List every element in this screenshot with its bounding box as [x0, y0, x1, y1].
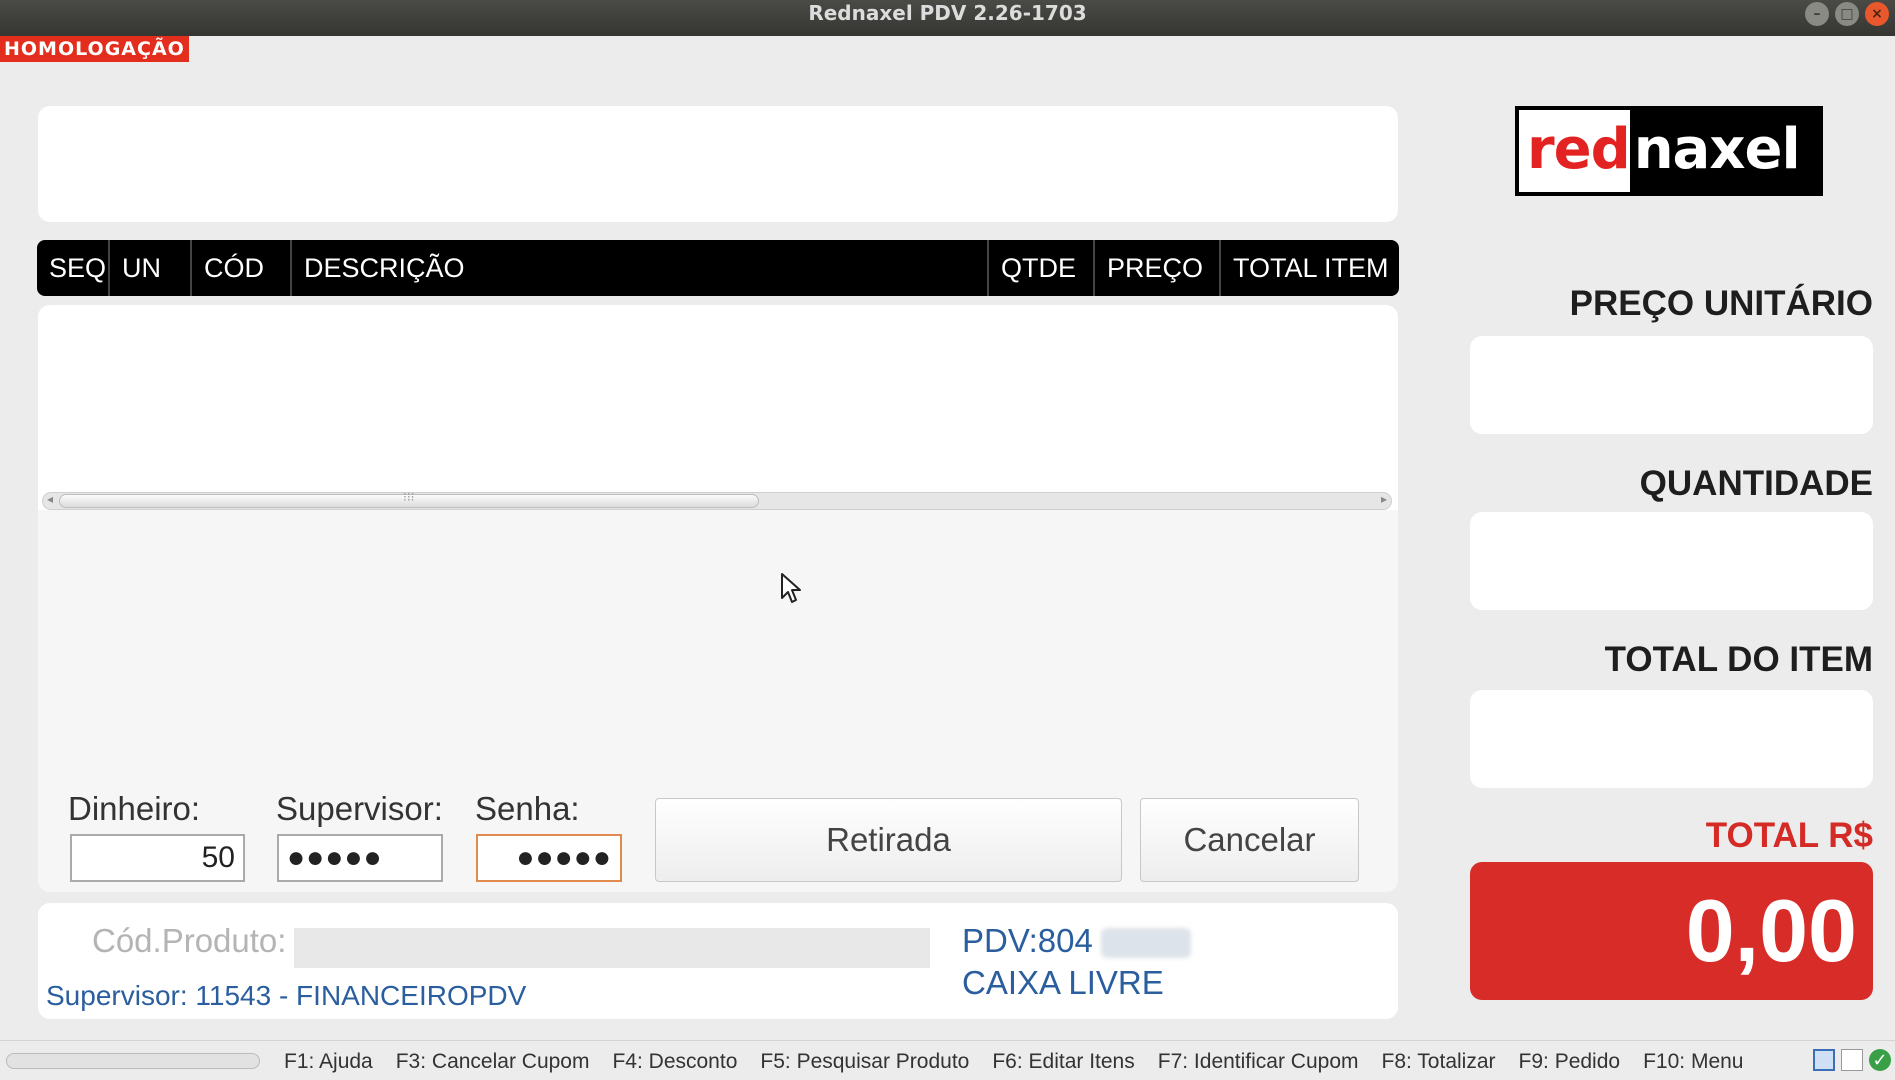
logo-text-red: red	[1527, 117, 1631, 182]
status-bar: F1: Ajuda F3: Cancelar Cupom F4: Descont…	[0, 1040, 1895, 1080]
shortcut-f6[interactable]: F6: Editar Itens	[992, 1050, 1134, 1074]
total-label: TOTAL R$	[1705, 816, 1873, 855]
scrollbar-grip-icon: ⁝⁝⁝	[403, 490, 415, 504]
total-item-label: TOTAL DO ITEM	[1604, 640, 1873, 679]
environment-badge: HOMOLOGAÇÃO	[0, 36, 189, 62]
shortcut-f7[interactable]: F7: Identificar Cupom	[1158, 1050, 1359, 1074]
column-header-total-item[interactable]: TOTAL ITEM	[1221, 240, 1399, 296]
total-item-display	[1470, 690, 1873, 788]
shortcut-list: F1: Ajuda F3: Cancelar Cupom F4: Descont…	[284, 1050, 1743, 1074]
preco-unitario-display	[1470, 336, 1873, 434]
cod-produto-field[interactable]	[294, 928, 930, 968]
column-header-cod[interactable]: CÓD	[192, 240, 292, 296]
progress-bar	[6, 1053, 260, 1069]
pdv-number: PDV:804	[962, 922, 1093, 959]
supervisor-info: Supervisor: 11543 - FINANCEIROPDV	[46, 980, 527, 1011]
close-icon[interactable]: ×	[1865, 2, 1889, 26]
column-header-un[interactable]: UN	[110, 240, 192, 296]
dinheiro-label: Dinheiro:	[68, 790, 201, 827]
items-grid-header: SEQ UN CÓD DESCRIÇÃO QTDE PREÇO TOTAL IT…	[37, 240, 1399, 296]
caixa-status: CAIXA LIVRE	[962, 964, 1164, 1001]
column-header-qtde[interactable]: QTDE	[989, 240, 1095, 296]
mouse-cursor-icon	[781, 573, 801, 603]
minimize-icon[interactable]: –	[1805, 2, 1829, 26]
pdv-info: PDV:804	[962, 922, 1191, 960]
window-titlebar: Rednaxel PDV 2.26-1703 – □ ×	[0, 0, 1895, 36]
window-icon[interactable]	[1813, 1049, 1835, 1071]
dinheiro-field[interactable]: 50	[70, 834, 245, 882]
preco-unitario-label: PREÇO UNITÁRIO	[1569, 284, 1873, 323]
scroll-right-icon[interactable]: ▸	[1381, 492, 1387, 506]
redacted-block	[1100, 928, 1191, 959]
retirada-button[interactable]: Retirada	[655, 798, 1122, 882]
supervisor-password-field[interactable]: ●●●●●	[277, 834, 443, 882]
window-controls: – □ ×	[1805, 2, 1889, 26]
cancelar-button[interactable]: Cancelar	[1140, 798, 1359, 882]
shortcut-f9[interactable]: F9: Pedido	[1519, 1050, 1621, 1074]
supervisor-label: Supervisor:	[276, 790, 443, 827]
product-display-box	[38, 106, 1398, 222]
horizontal-scrollbar[interactable]: ◂ ⁝⁝⁝ ▸	[42, 490, 1392, 510]
shortcut-f1[interactable]: F1: Ajuda	[284, 1050, 373, 1074]
check-status-icon: ✓	[1869, 1049, 1891, 1071]
total-display: 0,00	[1470, 862, 1873, 1000]
scroll-left-icon[interactable]: ◂	[47, 492, 53, 506]
column-header-seq[interactable]: SEQ	[37, 240, 110, 296]
shortcut-f10[interactable]: F10: Menu	[1643, 1050, 1743, 1074]
shortcut-f5[interactable]: F5: Pesquisar Produto	[760, 1050, 969, 1074]
senha-password-field[interactable]: ●●●●●	[476, 834, 622, 882]
document-icon[interactable]	[1841, 1049, 1863, 1071]
column-header-descricao[interactable]: DESCRIÇÃO	[292, 240, 989, 296]
maximize-icon[interactable]: □	[1835, 2, 1859, 26]
column-header-preco[interactable]: PREÇO	[1095, 240, 1221, 296]
shortcut-f3[interactable]: F3: Cancelar Cupom	[396, 1050, 590, 1074]
window-title: Rednaxel PDV 2.26-1703	[808, 1, 1087, 25]
shortcut-f4[interactable]: F4: Desconto	[612, 1050, 737, 1074]
cod-produto-label: Cód.Produto:	[92, 922, 287, 959]
senha-label: Senha:	[475, 790, 580, 827]
quantidade-label: QUANTIDADE	[1639, 464, 1873, 503]
quantidade-display	[1470, 512, 1873, 610]
shortcut-f8[interactable]: F8: Totalizar	[1382, 1050, 1496, 1074]
logo-text-black: naxel	[1629, 110, 1819, 192]
rednaxel-logo: red naxel	[1515, 106, 1823, 196]
status-tray: ✓	[1813, 1049, 1891, 1071]
